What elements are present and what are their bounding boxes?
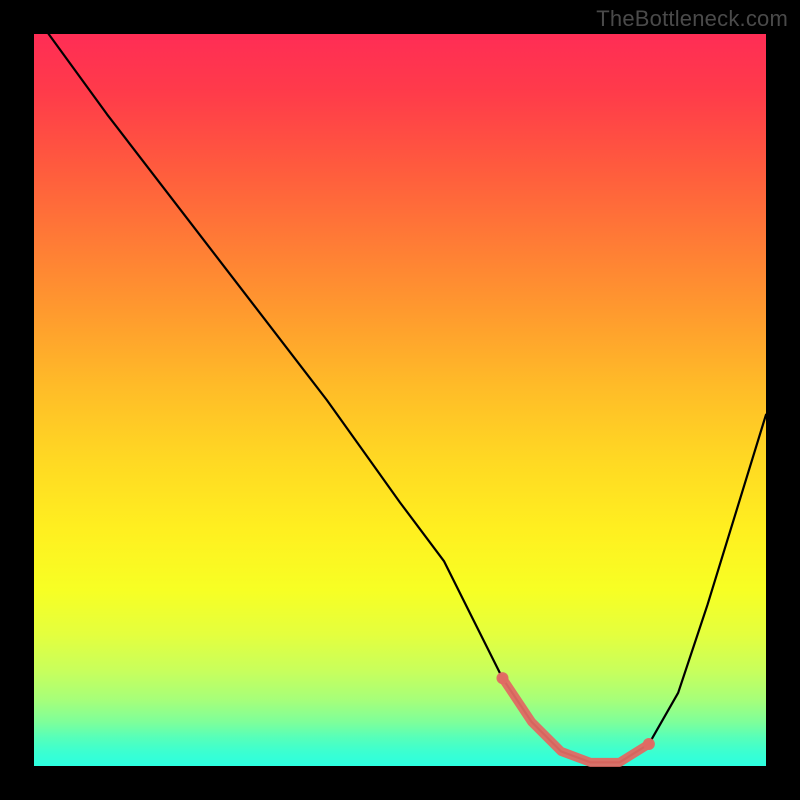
optimal-range-start-dot [496, 672, 508, 684]
plot-area [34, 34, 766, 766]
optimal-range-end-dot [643, 738, 655, 750]
bottleneck-curve [49, 34, 766, 762]
curve-svg [34, 34, 766, 766]
optimal-range-highlight [502, 678, 648, 762]
watermark-text: TheBottleneck.com [596, 6, 788, 32]
chart-container: TheBottleneck.com [0, 0, 800, 800]
